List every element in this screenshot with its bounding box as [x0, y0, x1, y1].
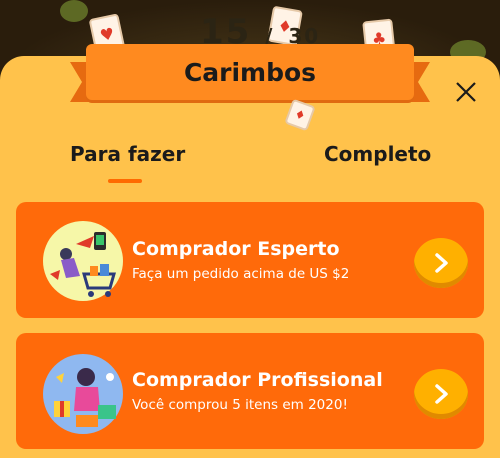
- shopper-cart-illustration-icon: [36, 214, 130, 308]
- title-ribbon: Carimbos: [70, 44, 430, 102]
- modal-title: Carimbos: [86, 44, 414, 100]
- active-tab-indicator: [108, 179, 142, 183]
- shopper-gifts-illustration-icon: [36, 347, 130, 441]
- go-button[interactable]: [414, 369, 468, 419]
- chevron-right-icon: [435, 384, 448, 404]
- chevron-right-icon: [435, 253, 448, 273]
- background-decoration: [60, 0, 88, 22]
- task-description: Você comprou 5 itens em 2020!: [132, 397, 348, 413]
- tab-completo[interactable]: Completo: [324, 142, 431, 166]
- task-description: Faça um pedido acima de US $2: [132, 266, 350, 282]
- task-card[interactable]: Comprador Profissional Você comprou 5 it…: [16, 333, 484, 449]
- task-title: Comprador Esperto: [132, 238, 340, 260]
- task-title: Comprador Profissional: [132, 369, 383, 391]
- close-icon: [456, 82, 476, 102]
- task-card[interactable]: Comprador Esperto Faça um pedido acima d…: [16, 202, 484, 318]
- close-button[interactable]: [452, 78, 480, 106]
- tab-para-fazer[interactable]: Para fazer: [70, 142, 185, 166]
- go-button[interactable]: [414, 238, 468, 288]
